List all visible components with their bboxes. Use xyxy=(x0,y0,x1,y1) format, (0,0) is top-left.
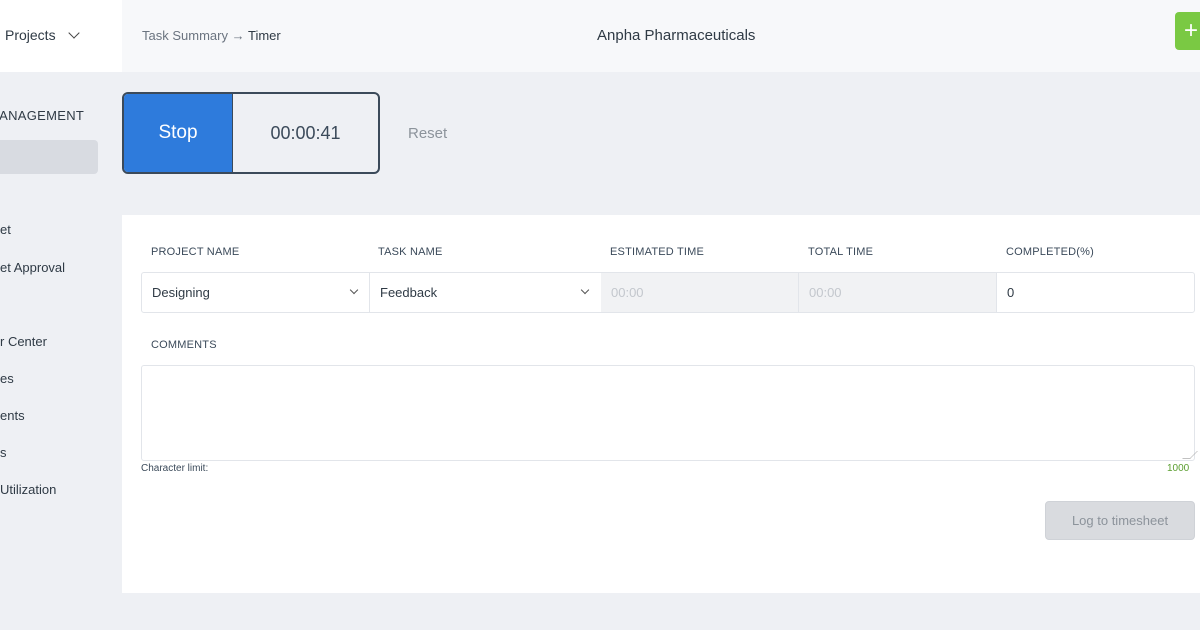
project-name-select[interactable]: Designing xyxy=(142,273,369,312)
company-name: Anpha Pharmaceuticals xyxy=(597,27,756,44)
completed-value: 0 xyxy=(1007,285,1015,300)
top-header: Task Summary → Timer Anpha Pharmaceutica… xyxy=(122,0,1200,72)
stop-button[interactable]: Stop xyxy=(124,94,232,172)
projects-dropdown-label: Projects xyxy=(5,27,56,43)
estimated-time-placeholder: 00:00 xyxy=(611,285,644,300)
reset-button[interactable]: Reset xyxy=(408,125,447,142)
log-to-timesheet-button[interactable]: Log to timesheet xyxy=(1045,501,1195,540)
task-fields-row: Designing Feedback 00:00 00:00 0 xyxy=(141,272,1195,313)
breadcrumb-parent[interactable]: Task Summary xyxy=(142,28,228,43)
sidebar-item-timesheet-approval[interactable]: et Approval xyxy=(0,260,65,275)
breadcrumb-current: Timer xyxy=(247,28,281,43)
sidebar-item-s[interactable]: s xyxy=(0,445,7,460)
sidebar: Projects MANAGEMENT et et Approval r Cen… xyxy=(0,0,122,630)
comments-textarea[interactable] xyxy=(141,365,1195,461)
sidebar-item-ents[interactable]: ents xyxy=(0,408,25,423)
character-limit-count: 1000 xyxy=(1167,463,1190,474)
completed-input[interactable]: 0 xyxy=(997,273,1194,312)
total-time-placeholder: 00:00 xyxy=(809,285,842,300)
chevron-down-icon xyxy=(349,285,359,295)
character-limit-label: Character limit: xyxy=(141,463,209,474)
sidebar-item-es[interactable]: es xyxy=(0,371,14,386)
projects-dropdown[interactable]: Projects xyxy=(5,26,80,43)
completed-label: COMPLETED(%) xyxy=(1006,246,1094,258)
task-name-label: TASK NAME xyxy=(378,246,443,258)
task-name-value: Feedback xyxy=(380,285,438,300)
comments-label: COMMENTS xyxy=(151,339,217,351)
project-name-value: Designing xyxy=(152,285,210,300)
add-button[interactable]: + xyxy=(1175,12,1200,50)
project-name-label: PROJECT NAME xyxy=(151,246,240,258)
breadcrumb-arrow-icon: → xyxy=(231,28,245,43)
sidebar-section-title: MANAGEMENT xyxy=(0,108,85,123)
sidebar-item-center[interactable]: r Center xyxy=(0,334,47,349)
chevron-down-icon xyxy=(580,285,590,295)
timer-display: 00:00:41 xyxy=(232,94,378,172)
sidebar-header: Projects xyxy=(0,0,122,72)
total-time-input: 00:00 xyxy=(799,273,996,312)
task-name-select[interactable]: Feedback xyxy=(370,273,600,312)
sidebar-item-active[interactable] xyxy=(0,140,98,174)
timer-control: Stop 00:00:41 xyxy=(122,92,380,174)
breadcrumb: Task Summary → Timer xyxy=(142,28,281,43)
estimated-time-label: ESTIMATED TIME xyxy=(610,246,705,258)
plus-icon: + xyxy=(1184,17,1199,44)
timer-form-card: PROJECT NAME TASK NAME ESTIMATED TIME TO… xyxy=(122,215,1200,593)
estimated-time-input: 00:00 xyxy=(601,273,798,312)
sidebar-item-timesheet[interactable]: et xyxy=(0,222,11,237)
total-time-label: TOTAL TIME xyxy=(808,246,874,258)
chevron-down-icon xyxy=(67,26,80,39)
sidebar-item-utilization[interactable]: Utilization xyxy=(0,482,56,497)
